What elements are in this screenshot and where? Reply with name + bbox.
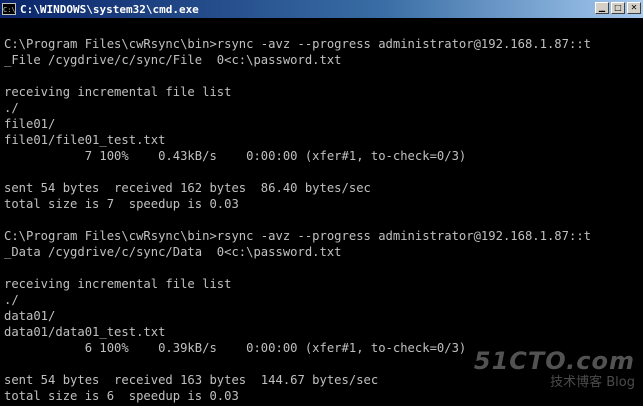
- console-line: data01/: [4, 309, 56, 323]
- cmd-icon: C:\: [2, 3, 16, 15]
- console-line: file01/file01_test.txt: [4, 133, 166, 147]
- console-line: C:\Program Files\cwRsync\bin>rsync -avz …: [4, 37, 591, 51]
- maximize-icon[interactable]: □: [611, 2, 625, 14]
- window-controls: ▁ □ ✕: [595, 2, 641, 14]
- console-line: receiving incremental file list: [4, 85, 232, 99]
- window-title: C:\WINDOWS\system32\cmd.exe: [20, 2, 199, 16]
- console-line: sent 54 bytes received 162 bytes 86.40 b…: [4, 181, 371, 195]
- console-line: receiving incremental file list: [4, 277, 232, 291]
- console-line: data01/data01_test.txt: [4, 325, 166, 339]
- console-line: total size is 7 speedup is 0.03: [4, 197, 239, 211]
- console-line: 6 100% 0.39kB/s 0:00:00 (xfer#1, to-chec…: [4, 341, 467, 355]
- console-line: C:\Program Files\cwRsync\bin>rsync -avz …: [4, 229, 591, 243]
- console-line: _Data /cygdrive/c/sync/Data 0<c:\passwor…: [4, 245, 342, 259]
- console-line: ./: [4, 101, 19, 115]
- console-output[interactable]: C:\Program Files\cwRsync\bin>rsync -avz …: [4, 20, 643, 406]
- close-icon[interactable]: ✕: [627, 2, 641, 14]
- console-line: total size is 6 speedup is 0.03: [4, 389, 239, 403]
- console-line: ./: [4, 293, 19, 307]
- console-line: sent 54 bytes received 163 bytes 144.67 …: [4, 373, 379, 387]
- console-line: file01/: [4, 117, 56, 131]
- minimize-icon[interactable]: ▁: [595, 2, 609, 14]
- cmd-window: C:\ C:\WINDOWS\system32\cmd.exe ▁ □ ✕ C:…: [0, 0, 643, 406]
- console-line: 7 100% 0.43kB/s 0:00:00 (xfer#1, to-chec…: [4, 149, 467, 163]
- title-bar[interactable]: C:\ C:\WINDOWS\system32\cmd.exe ▁ □ ✕: [0, 0, 643, 18]
- console-line: _File /cygdrive/c/sync/File 0<c:\passwor…: [4, 53, 342, 67]
